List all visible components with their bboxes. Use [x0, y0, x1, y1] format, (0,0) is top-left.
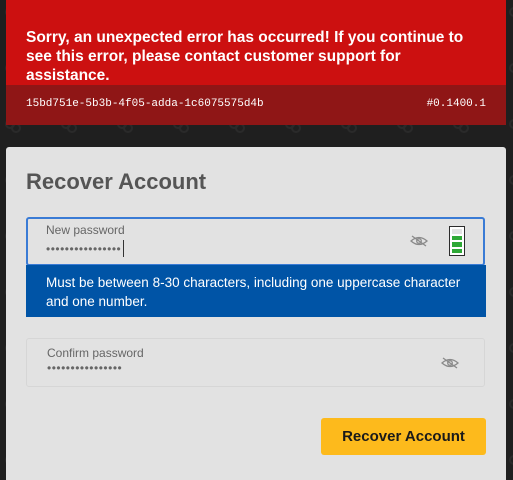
new-password-field[interactable]: New password ••••••••••••••••	[26, 217, 485, 266]
strength-segment	[452, 235, 462, 240]
new-password-label: New password	[46, 223, 125, 237]
confirm-password-field[interactable]: Confirm password ••••••••••••••••	[26, 338, 485, 387]
strength-segment	[452, 242, 462, 247]
confirm-password-input[interactable]: ••••••••••••••••	[47, 361, 122, 375]
error-id: 15bd751e-5b3b-4f05-adda-1c6075575d4b	[26, 98, 264, 110]
new-password-input[interactable]: ••••••••••••••••	[46, 240, 125, 257]
password-requirements-hint: Must be between 8-30 characters, includi…	[26, 265, 486, 317]
error-details-bar: 15bd751e-5b3b-4f05-adda-1c6075575d4b #0.…	[6, 85, 506, 125]
page-title: Recover Account	[26, 169, 207, 194]
error-banner: Sorry, an unexpected error has occurred!…	[6, 0, 506, 125]
app-version: #0.1400.1	[426, 98, 486, 110]
strength-segment	[452, 248, 462, 253]
password-strength-meter	[449, 226, 465, 256]
recover-account-card: Recover Account New password •••••••••••…	[6, 147, 506, 480]
recover-account-button[interactable]: Recover Account	[321, 418, 486, 455]
new-password-value: ••••••••••••••••	[46, 242, 122, 256]
error-message: Sorry, an unexpected error has occurred!…	[26, 29, 464, 84]
strength-segment	[452, 229, 462, 234]
confirm-password-label: Confirm password	[47, 346, 144, 360]
eye-slash-icon[interactable]	[410, 234, 428, 248]
eye-slash-icon[interactable]	[441, 356, 459, 370]
text-caret	[123, 240, 125, 257]
